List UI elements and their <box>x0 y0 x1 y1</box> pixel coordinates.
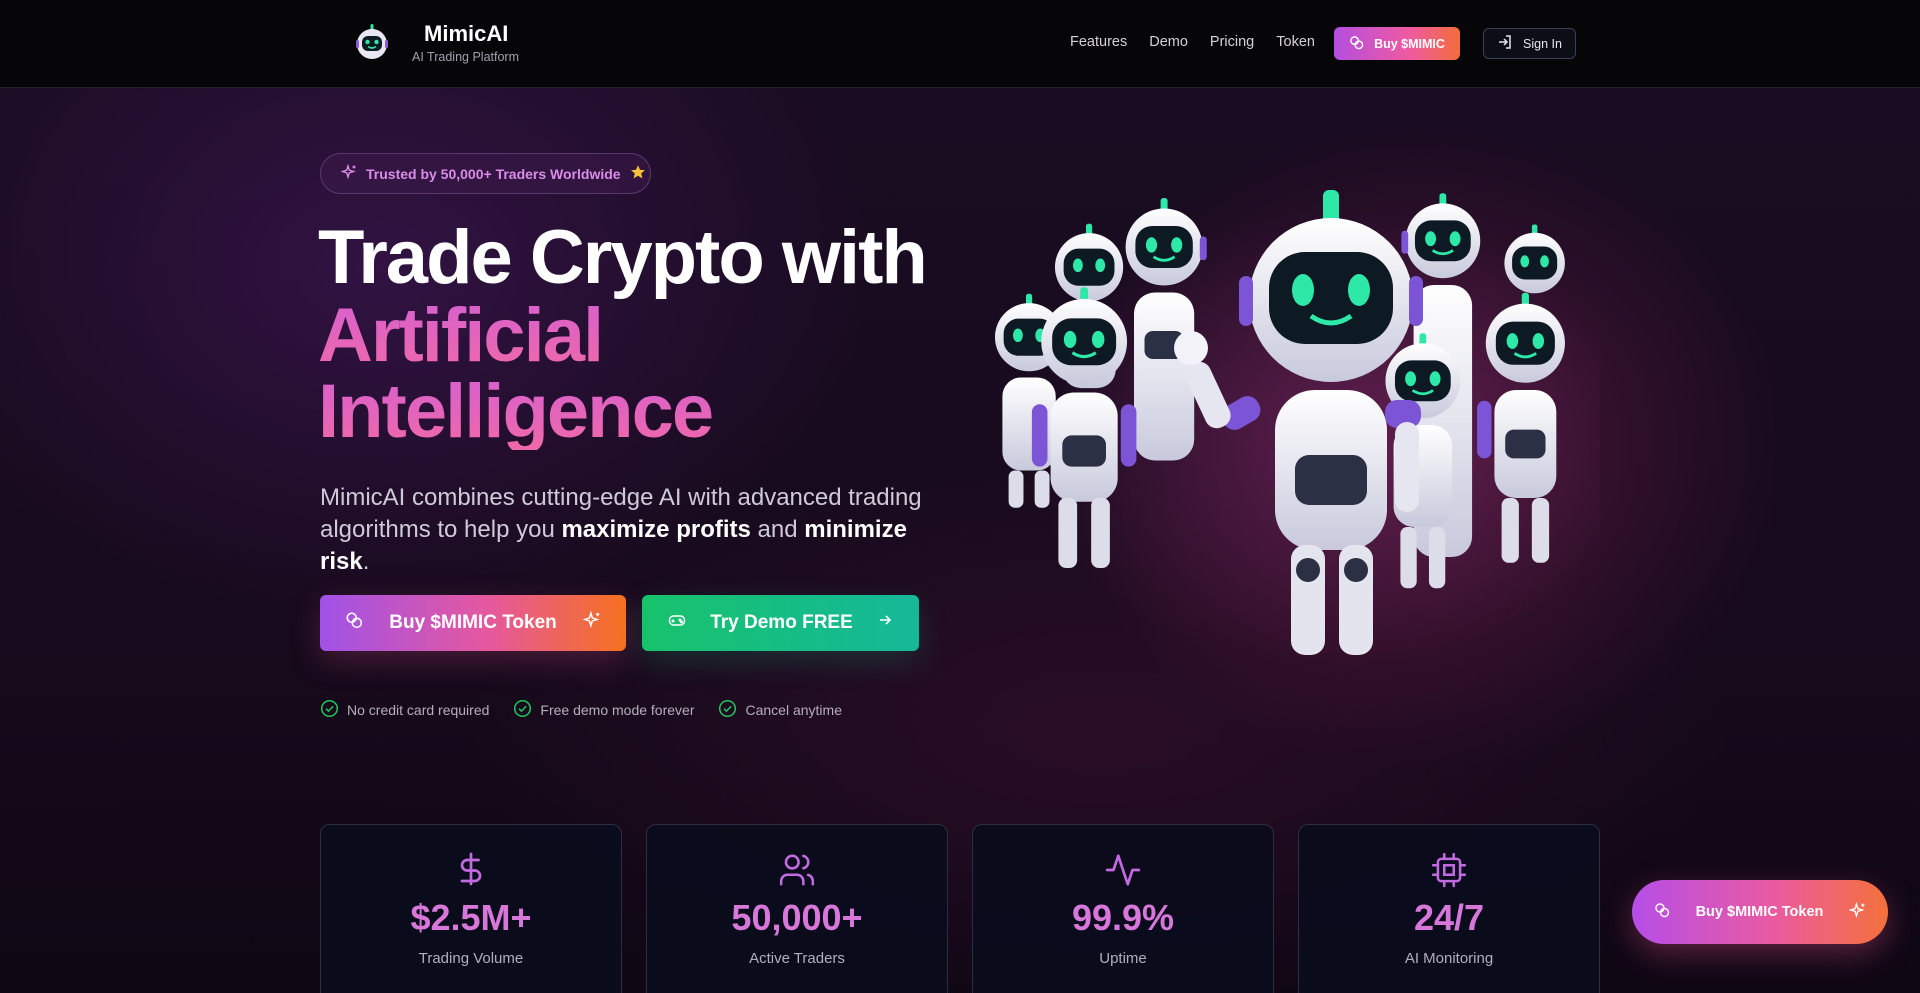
stat-value: 99.9% <box>1071 897 1175 938</box>
gamepad-icon <box>668 611 686 635</box>
nav-buy-label: Buy $MIMIC <box>1374 36 1445 51</box>
stat-value: 50,000+ <box>731 897 863 938</box>
check-item: No credit card required <box>320 699 489 721</box>
stat-card-traders: 50,000+ Active Traders <box>646 824 948 993</box>
cpu-icon <box>1299 851 1599 889</box>
dollar-icon <box>321 851 621 887</box>
check-circle-icon <box>320 699 339 721</box>
activity-icon <box>973 851 1273 889</box>
check-item: Free demo mode forever <box>513 699 694 721</box>
check-label: No credit card required <box>347 702 490 718</box>
stat-label: Trading Volume <box>418 950 524 967</box>
nav-link-demo[interactable]: Demo <box>1149 34 1188 50</box>
buy-token-label: Buy $MIMIC Token <box>389 612 557 633</box>
nav-link-pricing[interactable]: Pricing <box>1210 34 1254 50</box>
lead-bold-profits: maximize profits <box>561 516 751 543</box>
stat-label: Active Traders <box>749 950 845 967</box>
robot-logo-icon[interactable] <box>350 20 394 64</box>
check-circle-icon <box>718 699 737 721</box>
check-label: Cancel anytime <box>745 702 842 718</box>
trust-badge-text: Trusted by 50,000+ Traders Worldwide <box>366 165 621 182</box>
hero-description: MimicAI combines cutting-edge AI with ad… <box>320 482 960 578</box>
nav-buy-button[interactable]: Buy $MIMIC <box>1334 27 1460 60</box>
robot-army-illustration <box>980 190 1630 670</box>
check-circle-icon <box>513 699 532 721</box>
trust-badge: Trusted by 50,000+ Traders Worldwide <box>320 153 651 194</box>
hero-headline-line2: Artificial <box>318 293 604 378</box>
floating-buy-button[interactable]: Buy $MIMIC Token <box>1632 880 1888 944</box>
brand-subtitle: AI Trading Platform <box>412 50 519 64</box>
lead-text-2: and <box>750 516 805 543</box>
try-demo-label: Try Demo FREE <box>710 612 853 633</box>
hero-headline-line1: Trade Crypto with <box>318 215 928 300</box>
coins-icon <box>345 611 363 635</box>
stat-value: $2.5M+ <box>410 897 532 938</box>
sparkles-icon <box>581 610 601 635</box>
stat-card-uptime: 99.9% Uptime <box>972 824 1274 993</box>
hero-background <box>0 88 1920 993</box>
hero-headline-line3: Intelligence <box>318 369 714 454</box>
nav-links: Features Demo Pricing Token <box>1070 34 1337 50</box>
star-icon <box>630 164 646 183</box>
sparkles-icon <box>340 163 357 183</box>
coins-icon <box>1654 902 1670 922</box>
sparkles-icon <box>1848 901 1866 923</box>
sign-in-button[interactable]: Sign In <box>1483 28 1576 59</box>
floating-buy-label: Buy $MIMIC Token <box>1695 904 1824 920</box>
stat-label: Uptime <box>1099 950 1147 967</box>
try-demo-button[interactable]: Try Demo FREE <box>642 595 919 651</box>
stat-card-volume: $2.5M+ Trading Volume <box>320 824 622 993</box>
stat-label: AI Monitoring <box>1404 950 1494 967</box>
arrow-right-icon <box>877 612 893 634</box>
users-icon <box>647 851 947 889</box>
login-icon <box>1497 34 1513 53</box>
nav-link-token[interactable]: Token <box>1276 34 1315 50</box>
buy-token-button[interactable]: Buy $MIMIC Token <box>320 595 626 651</box>
stat-card-monitoring: 24/7 AI Monitoring <box>1298 824 1600 993</box>
lead-text-3: . <box>362 548 370 575</box>
feature-checks: No credit card required Free demo mode f… <box>320 699 866 721</box>
stat-value: 24/7 <box>1413 897 1485 938</box>
check-label: Free demo mode forever <box>540 702 695 718</box>
nav-link-features[interactable]: Features <box>1070 34 1127 50</box>
brand-name[interactable]: MimicAI <box>424 21 508 47</box>
coins-icon <box>1349 35 1364 53</box>
sign-in-label: Sign In <box>1523 36 1562 51</box>
top-nav: MimicAI AI Trading Platform Features Dem… <box>0 0 1920 88</box>
check-item: Cancel anytime <box>718 699 842 721</box>
